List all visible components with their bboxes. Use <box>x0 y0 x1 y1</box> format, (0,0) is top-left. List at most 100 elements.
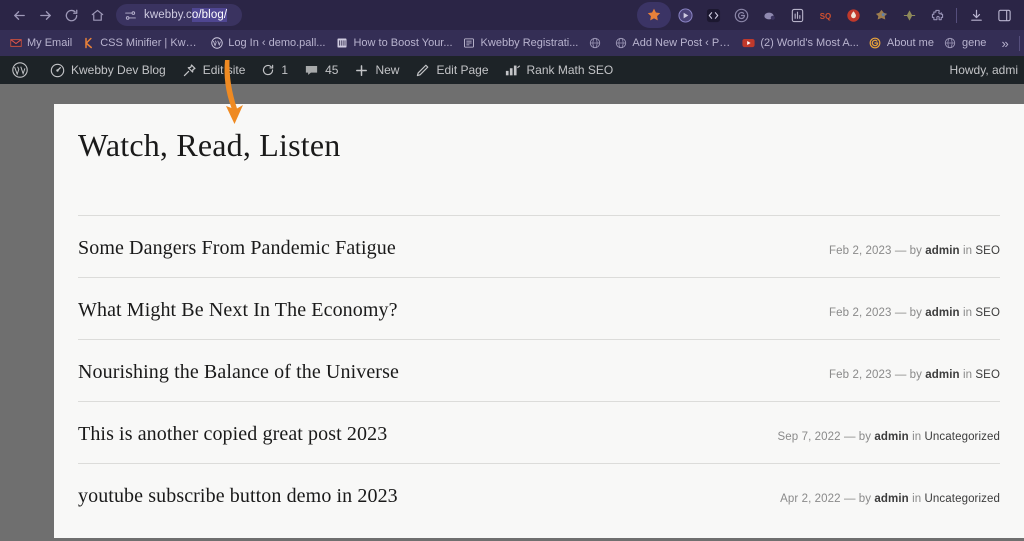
post-list-item[interactable]: This is another copied great post 2023 S… <box>78 401 1000 463</box>
post-title[interactable]: Nourishing the Balance of the Universe <box>78 360 399 385</box>
dashboard-icon <box>50 63 65 78</box>
post-title[interactable]: Some Dangers From Pandemic Fatigue <box>78 236 396 261</box>
starred-extension-icon[interactable] <box>637 2 671 28</box>
adminbar-edit-page-label: Edit Page <box>436 63 489 77</box>
back-icon[interactable] <box>6 2 32 28</box>
page-title: Watch, Read, Listen <box>78 127 341 163</box>
post-list: Some Dangers From Pandemic Fatigue Feb 2… <box>78 215 1000 525</box>
adminbar-edit-site[interactable]: Edit site <box>174 56 254 84</box>
updates-icon <box>261 63 275 77</box>
puzzle-extension-icon[interactable] <box>923 2 951 28</box>
browser-toolbar: kwebby.co/blog/ SQ <box>0 0 1024 30</box>
globe-icon <box>614 37 627 50</box>
bookmarks-overflow-button[interactable]: » <box>991 36 1018 51</box>
bookmark-item[interactable]: CSS Minifier | Kwe... <box>77 33 205 53</box>
grammarly-extension-icon[interactable] <box>727 2 755 28</box>
post-title[interactable]: What Might Be Next In The Economy? <box>78 298 398 323</box>
adminbar-new-content[interactable]: New <box>346 56 407 84</box>
post-author[interactable]: admin <box>874 493 908 505</box>
url-selected-text: o/blog/ <box>191 8 228 22</box>
droplet-extension-icon[interactable] <box>839 2 867 28</box>
play-extension-icon[interactable] <box>671 2 699 28</box>
site-inner: Watch, Read, Listen Some Dangers From Pa… <box>54 104 1024 525</box>
adminbar-howdy[interactable]: Howdy, admi <box>942 56 1024 84</box>
code-extension-icon[interactable] <box>699 2 727 28</box>
meta-by: by <box>909 369 922 382</box>
meta-in: in <box>962 245 973 258</box>
post-title[interactable]: youtube subscribe button demo in 2023 <box>78 484 398 509</box>
seo-extension-icon[interactable]: SQ <box>811 2 839 28</box>
meta-in: in <box>912 493 922 506</box>
adminbar-edit-page[interactable]: Edit Page <box>407 56 496 84</box>
side-panel-icon[interactable] <box>990 2 1018 28</box>
bookmark-folder[interactable]: Ali B <box>1020 33 1024 53</box>
toolbar-divider <box>956 7 957 23</box>
meta-separator: — <box>894 369 907 382</box>
meta-separator: — <box>894 245 907 258</box>
home-icon[interactable] <box>84 2 110 28</box>
post-list-item[interactable]: Some Dangers From Pandemic Fatigue Feb 2… <box>78 215 1000 277</box>
bookmark-item[interactable]: Kwebby Registrati... <box>458 33 584 53</box>
adminbar-new-content-label: New <box>375 63 400 77</box>
rankmath-icon <box>505 63 521 77</box>
palette-extension-icon[interactable] <box>867 2 895 28</box>
bookmark-item[interactable]: My Email <box>4 33 77 53</box>
meta-in: in <box>912 431 922 444</box>
page-viewport: Watch, Read, Listen Some Dangers From Pa… <box>0 84 1024 541</box>
url-text[interactable]: kwebby.co/blog/ <box>144 8 228 22</box>
plus-icon <box>354 63 369 78</box>
post-meta: Sep 7, 2022 — by admin in Uncategorized <box>758 431 1000 443</box>
post-category[interactable]: SEO <box>975 369 1000 381</box>
wp-admin-bar: Kwebby Dev Blog Edit site 1 45 New Edit … <box>0 56 1024 84</box>
bookmark-item[interactable]: Add New Post ‹ Pa... <box>609 33 737 53</box>
meta-in: in <box>962 369 973 382</box>
bookmark-item[interactable]: (2) World's Most A... <box>737 33 863 53</box>
post-list-item[interactable]: Nourishing the Balance of the Universe F… <box>78 339 1000 401</box>
bookmark-label: How to Boost Your... <box>353 37 453 49</box>
bookmark-label: CSS Minifier | Kwe... <box>100 37 201 49</box>
adminbar-wp-logo[interactable] <box>4 56 42 84</box>
adminbar-site-name-label: Kwebby Dev Blog <box>71 63 166 77</box>
wordpress-logo-icon <box>12 62 28 78</box>
adminbar-rank-math[interactable]: Rank Math SEO <box>497 56 622 84</box>
bookmark-label: (2) World's Most A... <box>760 37 859 49</box>
post-author[interactable]: admin <box>925 307 959 319</box>
post-category[interactable]: SEO <box>975 307 1000 319</box>
url-prefix: kwebby.c <box>144 9 192 21</box>
post-author[interactable]: admin <box>874 431 908 443</box>
adminbar-updates[interactable]: 1 <box>253 56 296 84</box>
bookmark-item[interactable]: How to Boost Your... <box>330 33 457 53</box>
adminbar-site-name[interactable]: Kwebby Dev Blog <box>42 56 174 84</box>
comment-icon <box>304 63 319 78</box>
reload-icon[interactable] <box>58 2 84 28</box>
kwebby-icon <box>82 37 95 50</box>
wordpress-icon <box>210 37 223 50</box>
post-category[interactable]: SEO <box>975 245 1000 257</box>
post-category[interactable]: Uncategorized <box>925 493 1000 505</box>
forward-icon[interactable] <box>32 2 58 28</box>
bookmark-label: Kwebby Registrati... <box>480 37 579 49</box>
post-author[interactable]: admin <box>925 245 959 257</box>
omnibox[interactable]: kwebby.co/blog/ <box>116 4 242 26</box>
meta-by: by <box>909 245 922 258</box>
bookmark-item[interactable]: About me <box>864 33 939 53</box>
bookmark-item[interactable]: Log In ‹ demo.pall... <box>205 33 330 53</box>
bookmark-item[interactable] <box>583 33 609 53</box>
site-settings-icon[interactable] <box>124 9 137 22</box>
globe-icon <box>588 37 601 50</box>
pin-icon <box>182 63 197 78</box>
analytics-extension-icon[interactable] <box>783 2 811 28</box>
post-list-item[interactable]: What Might Be Next In The Economy? Feb 2… <box>78 277 1000 339</box>
post-author[interactable]: admin <box>925 369 959 381</box>
adminbar-comments[interactable]: 45 <box>296 56 346 84</box>
post-list-item[interactable]: youtube subscribe button demo in 2023 Ap… <box>78 463 1000 525</box>
globe-icon <box>944 37 957 50</box>
downloads-icon[interactable] <box>962 2 990 28</box>
cloud-extension-icon[interactable] <box>755 2 783 28</box>
diamond-extension-icon[interactable] <box>895 2 923 28</box>
post-title[interactable]: This is another copied great post 2023 <box>78 422 387 447</box>
meta-by: by <box>909 307 922 320</box>
post-date: Feb 2, 2023 <box>829 245 892 258</box>
post-category[interactable]: Uncategorized <box>925 431 1000 443</box>
bookmark-item[interactable]: gene <box>939 33 991 53</box>
